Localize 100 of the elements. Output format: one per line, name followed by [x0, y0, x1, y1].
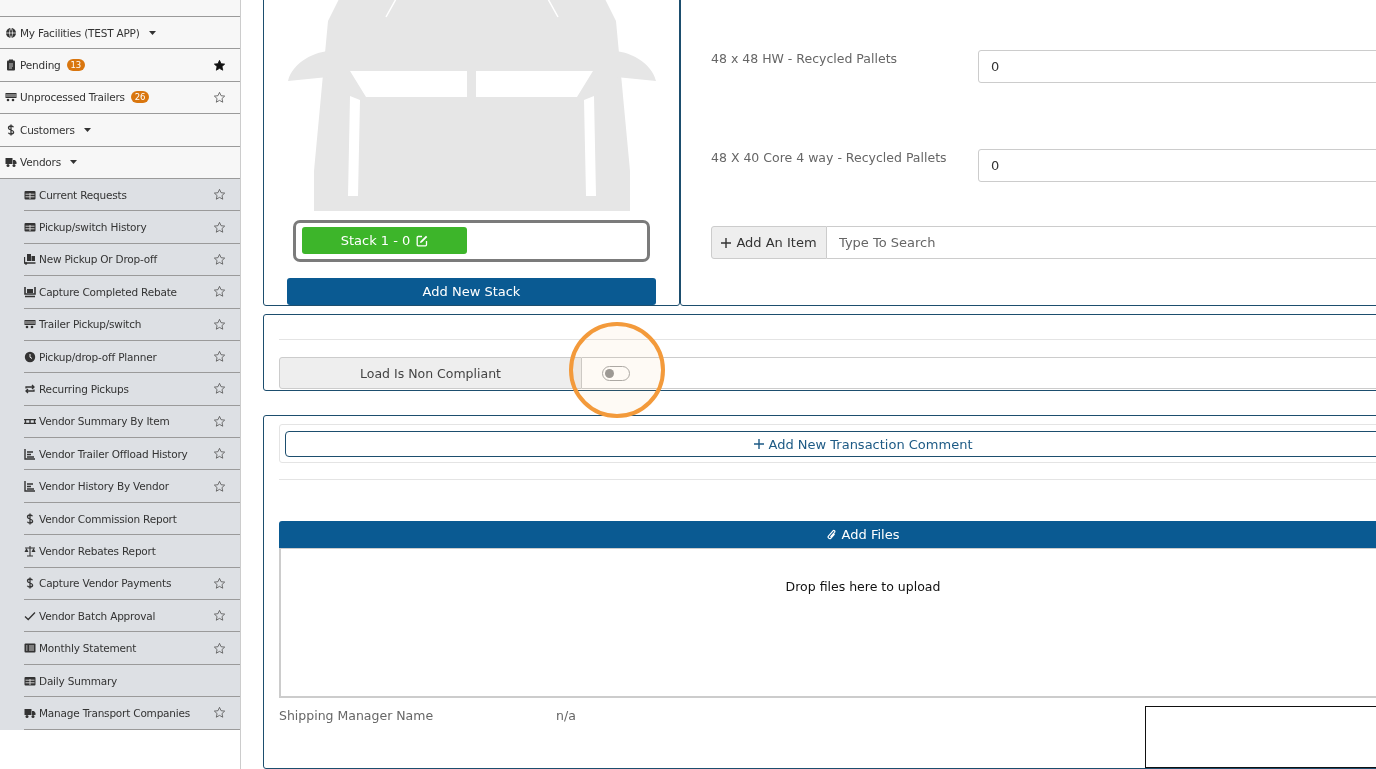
dollar-icon	[24, 512, 36, 525]
sidebar-item[interactable]: Vendor History By Vendor	[24, 470, 240, 503]
sidebar-item[interactable]: Pending 13	[0, 49, 240, 82]
sidebar-item[interactable]	[0, 0, 240, 17]
item-label: Monthly Statement	[39, 642, 137, 655]
star-icon[interactable]	[213, 220, 226, 234]
star-icon[interactable]	[213, 58, 226, 72]
item-label: Capture Completed Rebate	[39, 285, 177, 298]
plus-icon	[753, 439, 764, 449]
sidebar-item[interactable]: Vendor Trailer Offload History	[24, 438, 240, 471]
star-icon[interactable]	[213, 188, 226, 202]
sidebar-item[interactable]: Pickup/drop-off Planner	[24, 340, 240, 374]
star-icon[interactable]	[213, 350, 226, 364]
item-label: Vendor Rebates Report	[39, 544, 156, 557]
star-icon[interactable]	[213, 252, 226, 266]
item-label: Customers	[20, 123, 75, 136]
dollar-icon	[24, 577, 36, 590]
pallet-icon	[24, 285, 36, 298]
truck-icon	[5, 156, 17, 169]
compliance-label: Load Is Non Compliant	[279, 357, 582, 389]
add-files-button[interactable]: Add Files	[279, 521, 1376, 548]
sidebar-item[interactable]: Recurring Pickups	[24, 373, 240, 406]
item-label: Pickup/switch History	[39, 221, 147, 234]
sidebar-item[interactable]: Capture Vendor Payments	[24, 567, 240, 601]
compliance-toggle[interactable]	[602, 365, 630, 381]
sidebar-item[interactable]: Vendor Commission Report	[24, 502, 240, 536]
quantity-field[interactable]: 0	[978, 149, 1376, 182]
repeat-icon	[24, 383, 36, 395]
sidebar-item[interactable]: My Facilities (TEST APP)	[0, 17, 240, 50]
item-label: My Facilities (TEST APP)	[20, 26, 140, 39]
scale-icon	[24, 544, 36, 557]
dolly-icon	[24, 253, 36, 266]
list-icon	[24, 642, 36, 655]
star-icon[interactable]	[213, 317, 226, 331]
trailer-icon	[5, 91, 17, 104]
add-item-button[interactable]: Add An Item	[711, 226, 827, 259]
item-label: Vendor Batch Approval	[39, 609, 156, 622]
star-icon[interactable]	[213, 479, 226, 493]
item-label: Unprocessed Trailers	[20, 91, 125, 104]
add-comment-button[interactable]: Add New Transaction Comment	[285, 431, 1376, 457]
quantity-field[interactable]: 0	[978, 50, 1376, 83]
star-icon[interactable]	[213, 706, 226, 720]
sidebar-item[interactable]: Daily Summary	[24, 664, 240, 698]
globe-icon	[5, 26, 17, 39]
check-icon	[24, 609, 36, 622]
sidebar-item[interactable]: Customers	[0, 114, 240, 147]
pallets-icon	[24, 418, 36, 424]
sidebar-item[interactable]: Current Requests	[24, 178, 240, 212]
item-label: Capture Vendor Payments	[39, 577, 172, 590]
sidebar-item[interactable]: Vendor Rebates Report	[24, 535, 240, 568]
clipboard-icon	[5, 59, 17, 72]
search-field[interactable]: Type To Search	[827, 226, 1376, 259]
field-value: n/a	[556, 708, 577, 723]
sidebar-item[interactable]: Unprocessed Trailers 26	[0, 81, 240, 115]
sidebar-item[interactable]: Capture Completed Rebate	[24, 276, 240, 309]
dropzone-text: Drop files here to upload	[785, 579, 941, 596]
item-label: Daily Summary	[39, 674, 118, 687]
chart-icon	[24, 447, 36, 460]
dollar-icon	[5, 123, 17, 136]
trailer-icon	[24, 318, 36, 331]
field-label: Shipping Manager Name	[279, 708, 435, 723]
edit-icon	[416, 234, 429, 247]
dropzone[interactable]: Drop files here to upload	[279, 548, 1376, 698]
count-badge: 13	[66, 59, 85, 72]
sidebar-item[interactable]: Manage Transport Companies	[24, 697, 240, 730]
star-icon[interactable]	[213, 285, 226, 299]
sidebar-item[interactable]: Vendors	[0, 146, 240, 179]
table-icon	[24, 221, 36, 234]
paperclip-icon	[826, 528, 837, 541]
star-icon[interactable]	[213, 641, 226, 655]
caret-icon	[69, 160, 77, 165]
item-label: 48 X 40 Core 4 way - Recycled Pallets	[711, 149, 948, 165]
sidebar-item[interactable]: Vendor Summary By Item	[24, 405, 240, 439]
sidebar-item[interactable]: Vendor Batch Approval	[24, 600, 240, 633]
plus-icon	[721, 237, 732, 248]
add-stack-button[interactable]: Add New Stack	[287, 278, 656, 305]
sidebar-item[interactable]: Pickup/switch History	[24, 211, 240, 244]
item-label: Recurring Pickups	[39, 383, 129, 395]
star-icon[interactable]	[213, 414, 226, 428]
star-icon[interactable]	[213, 447, 226, 461]
item-label: Vendor Summary By Item	[39, 415, 170, 428]
item-label: New Pickup Or Drop-off	[39, 253, 158, 266]
sidebar-item[interactable]: New Pickup Or Drop-off	[24, 243, 240, 277]
chart-icon	[24, 480, 36, 493]
clock-icon	[24, 350, 36, 363]
star-icon[interactable]	[213, 382, 226, 396]
count-badge: 26	[130, 91, 150, 104]
star-icon[interactable]	[213, 90, 226, 104]
star-icon[interactable]	[213, 576, 226, 590]
table-icon	[24, 674, 36, 687]
sidebar-item[interactable]: Monthly Statement	[24, 632, 240, 665]
item-label: Pickup/drop-off Planner	[39, 350, 157, 363]
truck-icon	[24, 706, 36, 719]
caret-icon	[83, 127, 91, 132]
table-icon	[24, 188, 36, 201]
caret-icon	[148, 30, 156, 35]
item-label: Trailer Pickup/switch	[39, 318, 142, 331]
sidebar-item[interactable]: Trailer Pickup/switch	[24, 308, 240, 341]
item-label: Current Requests	[39, 188, 127, 201]
star-icon[interactable]	[213, 609, 226, 623]
